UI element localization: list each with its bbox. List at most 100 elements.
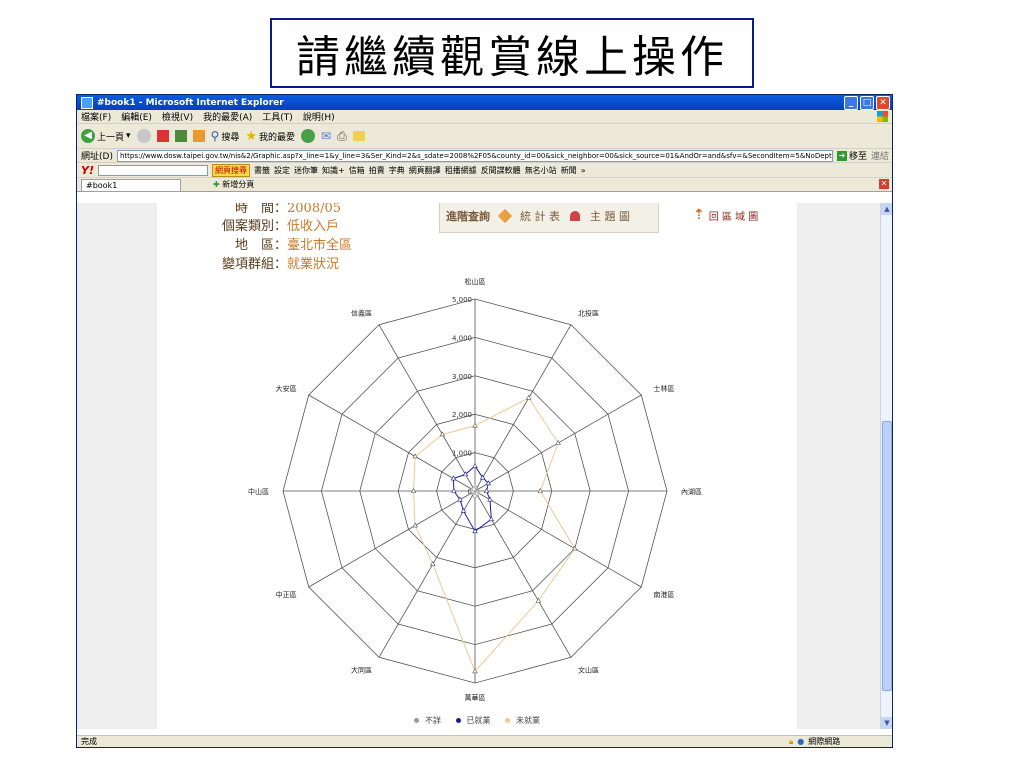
radar-category-label: 北投區: [578, 309, 599, 318]
vertical-scrollbar[interactable]: ▲ ▼: [880, 203, 892, 729]
home-icon[interactable]: [192, 130, 205, 142]
yahoo-toolbar: Y! 網頁搜尋 書籤 設定 迷你筆 知識+ 信箱 拍賣 字典 網頁翻譯 租播網據…: [77, 163, 892, 178]
radar-category-label: 文山區: [578, 665, 599, 674]
scroll-down-button[interactable]: ▼: [881, 717, 892, 729]
windows-flag-icon: [877, 111, 888, 122]
radar-tick-label: 3,000: [452, 373, 472, 381]
search-icon: ⚲: [210, 129, 220, 143]
yahoo-search-input[interactable]: [97, 164, 208, 176]
yahoo-item-bookmarks[interactable]: 書籤: [254, 165, 270, 176]
chart-legend: 不詳 已就業 未就業: [157, 715, 797, 726]
menu-edit[interactable]: 編輯(E): [121, 110, 152, 123]
yahoo-item-knowledge[interactable]: 知識+: [322, 165, 345, 176]
yahoo-item-news[interactable]: 新聞: [561, 165, 577, 176]
yahoo-item-mini[interactable]: 迷你筆: [294, 165, 318, 176]
back-button[interactable]: ◀ 上一頁 ▾: [81, 129, 131, 143]
status-bar: 完成 🔒︎ ● 網際網路: [77, 735, 892, 747]
radar-point: [483, 487, 490, 493]
menu-view[interactable]: 檢視(V): [162, 110, 193, 123]
tab-close-button[interactable]: ✕: [879, 179, 889, 189]
security-zone: 🔒︎ ● 網際網路: [789, 737, 841, 746]
radar-category-label: 南港區: [653, 590, 674, 599]
scroll-thumb[interactable]: [882, 421, 892, 691]
forward-icon[interactable]: [136, 129, 151, 143]
yahoo-item-auction[interactable]: 拍賣: [369, 165, 385, 176]
legend-dot-unknown: [413, 718, 419, 723]
goto-button[interactable]: ➔ 移至: [836, 149, 867, 162]
radar-category-label: 信義區: [351, 309, 372, 318]
links-button[interactable]: 連結: [871, 149, 892, 162]
radar-category-label: 中山區: [248, 487, 269, 496]
radar-tick-label: 1,000: [452, 450, 472, 458]
radar-category-label: 大同區: [351, 665, 372, 674]
browser-window: #book1 - Microsoft Internet Explorer _ □…: [76, 94, 893, 748]
yahoo-item-net[interactable]: 租播網據: [445, 165, 477, 176]
address-label: 網址(D): [81, 152, 113, 162]
tab-book1[interactable]: #book1: [81, 179, 181, 191]
maximize-button[interactable]: □: [860, 96, 874, 110]
radar-category-label: 士林區: [653, 384, 674, 393]
menu-favorites[interactable]: 我的最愛(A): [203, 110, 252, 123]
radar-category-label: 萬華區: [465, 693, 486, 702]
ie-logo-icon: [81, 96, 93, 109]
yahoo-item-mail[interactable]: 信箱: [349, 165, 365, 176]
close-button[interactable]: ✕: [876, 96, 890, 110]
title-bar[interactable]: #book1 - Microsoft Internet Explorer _ □…: [77, 95, 892, 110]
radar-category-label: 松山區: [465, 277, 486, 286]
radar-category-label: 大安區: [276, 384, 297, 393]
status-text: 完成: [81, 737, 97, 746]
radar-spoke-10: [308, 394, 476, 492]
menu-file[interactable]: 檔案(F): [81, 110, 111, 123]
scroll-up-button[interactable]: ▲: [881, 203, 892, 215]
radar-chart: 01,0002,0003,0004,0005,000松山區北投區士林區內湖區南港…: [248, 277, 702, 702]
radar-category-label: 中正區: [276, 590, 297, 599]
legend-dot-unemployed: [505, 718, 511, 723]
plus-icon: ✚: [213, 180, 220, 189]
history-icon[interactable]: [301, 129, 316, 143]
minimize-button[interactable]: _: [844, 96, 858, 110]
globe-icon: ●: [797, 737, 805, 746]
radar-tick-label: 2,000: [452, 411, 472, 419]
address-input[interactable]: https://www.dosw.taipei.gov.tw/nis&2/Gra…: [116, 149, 833, 162]
lock-icon: 🔒︎: [789, 737, 794, 746]
radar-spoke-8: [308, 490, 476, 588]
yahoo-item-translate[interactable]: 網頁翻譯: [409, 165, 441, 176]
favorites-button[interactable]: ★ 我的最愛: [245, 129, 295, 144]
window-title: #book1 - Microsoft Internet Explorer: [97, 97, 284, 108]
yahoo-item-wretch[interactable]: 無名小站: [525, 165, 557, 176]
address-bar: 網址(D) https://www.dosw.taipei.gov.tw/nis…: [77, 149, 892, 163]
legend-unknown: 不詳: [411, 716, 444, 725]
new-tab-button[interactable]: ✚ 新增分頁: [213, 179, 254, 191]
back-icon: ◀: [81, 129, 95, 143]
radar-point: [410, 487, 417, 493]
menu-bar: 檔案(F) 編輯(E) 檢視(V) 我的最愛(A) 工具(T) 說明(H): [77, 110, 892, 124]
search-button[interactable]: ⚲ 搜尋: [211, 129, 240, 143]
menu-help[interactable]: 說明(H): [303, 110, 335, 123]
legend-dot-employed: [455, 718, 461, 723]
radar-category-label: 內湖區: [681, 487, 702, 496]
yahoo-item-settings[interactable]: 設定: [274, 165, 290, 176]
yahoo-search-button[interactable]: 網頁搜尋: [211, 163, 250, 177]
stop-icon[interactable]: [156, 130, 169, 142]
radar-spoke-7: [378, 490, 476, 658]
page-viewport: 時 間：2008/05 個案類別：低收入戶 地 區：臺北市全區 變項群組：就業狀…: [77, 203, 880, 729]
refresh-icon[interactable]: [174, 130, 187, 142]
yahoo-item-more[interactable]: »: [581, 166, 586, 175]
yahoo-item-antispy[interactable]: 反間諜軟體: [481, 165, 521, 176]
yahoo-item-dictionary[interactable]: 字典: [389, 165, 405, 176]
radar-tick-label: 5,000: [452, 296, 472, 304]
print-icon[interactable]: ⎙: [337, 129, 347, 144]
mail-icon[interactable]: ✉: [321, 129, 331, 143]
radar-point: [472, 462, 478, 468]
slide-title: 請繼續觀賞線上操作: [270, 18, 754, 88]
radar-point: [537, 487, 543, 493]
legend-employed: 已就業: [453, 716, 494, 725]
folder-icon[interactable]: [352, 131, 365, 141]
radar-point: [451, 487, 457, 493]
yahoo-logo[interactable]: Y!: [81, 164, 94, 177]
radar-spoke-11: [378, 324, 476, 492]
favorites-star-icon: ★: [245, 128, 258, 144]
page-content: 時 間：2008/05 個案類別：低收入戶 地 區：臺北市全區 變項群組：就業狀…: [157, 203, 797, 729]
menu-tools[interactable]: 工具(T): [262, 110, 293, 123]
standard-toolbar: ◀ 上一頁 ▾ ⚲ 搜尋 ★ 我的最愛 ✉ ⎙: [77, 124, 892, 149]
